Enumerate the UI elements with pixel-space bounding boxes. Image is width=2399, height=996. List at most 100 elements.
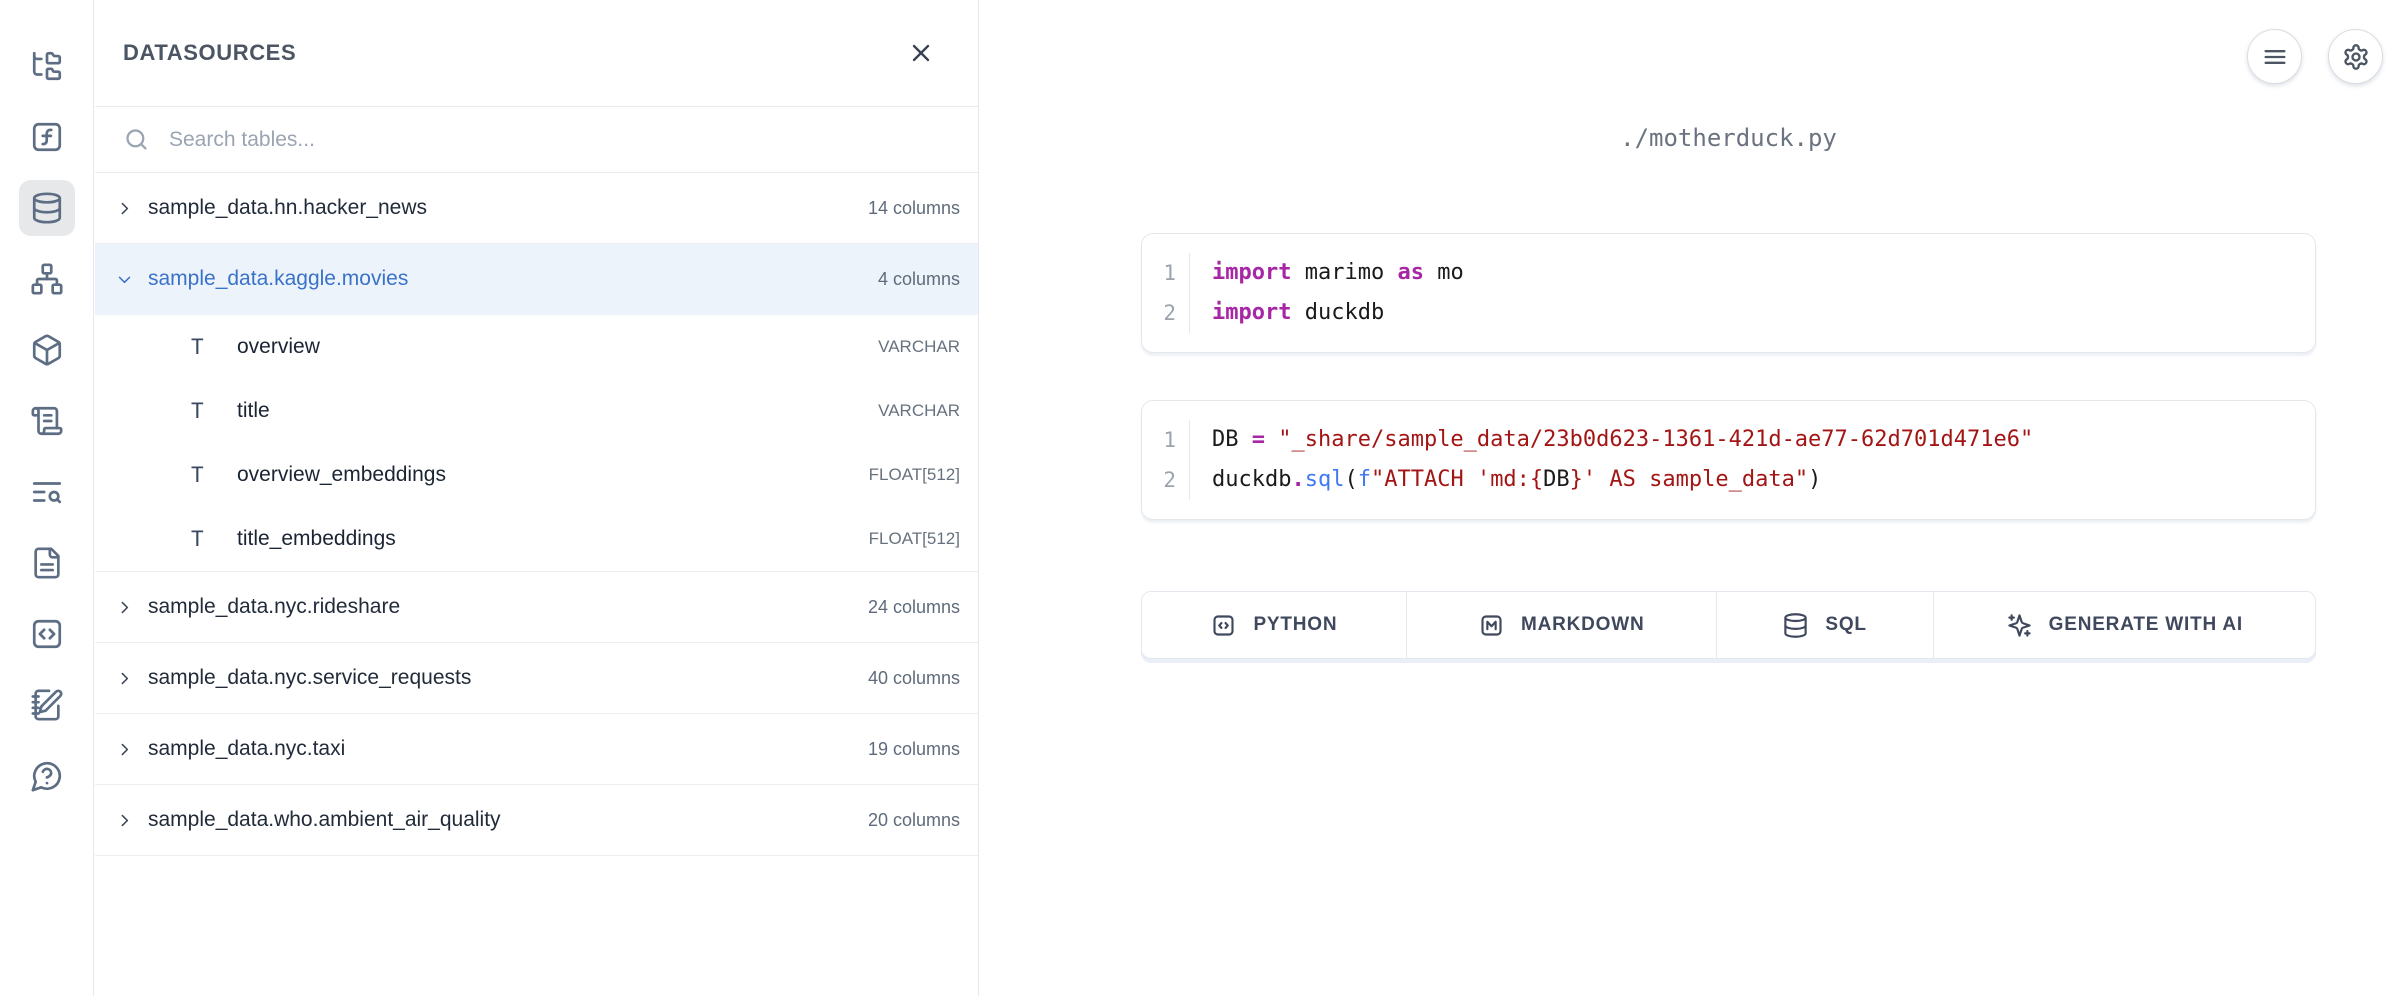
settings-button[interactable]	[2328, 29, 2383, 84]
function-square-icon	[30, 120, 64, 154]
code-cell[interactable]: 1 2DB = "_share/sample_data/23b0d623-136…	[1141, 400, 2316, 520]
table-column-count: 40 columns	[868, 668, 960, 689]
text-type-icon: T	[191, 527, 215, 551]
sidebar-button-help-icon[interactable]	[19, 748, 75, 804]
column-row[interactable]: Ttitle VARCHAR	[95, 379, 978, 443]
add-cell-bar: PYTHON MARKDOWN SQL GENERATE WITH AI	[1141, 591, 2316, 659]
table-row[interactable]: sample_data.hn.hacker_news 14 columns	[95, 173, 978, 244]
sidebar-button-datasources-database-icon[interactable]	[19, 180, 75, 236]
chevron-right-icon	[116, 599, 133, 616]
table-column-count: 19 columns	[868, 739, 960, 760]
code-snippet-icon	[30, 617, 64, 651]
close-icon	[907, 39, 935, 67]
code-cell[interactable]: 1 2import marimo as mo import duckdb	[1141, 233, 2316, 353]
sidebar-button-scratchpad-icon[interactable]	[19, 677, 75, 733]
table-column-count: 14 columns	[868, 198, 960, 219]
gear-icon	[2342, 43, 2370, 71]
table-search-bar	[95, 107, 978, 173]
chevron-right-icon	[116, 812, 133, 829]
column-type: FLOAT[512]	[869, 465, 960, 485]
panel-title: DATASOURCES	[123, 40, 296, 66]
scroll-logs-icon	[30, 404, 64, 438]
column-row[interactable]: Toverview_embeddingsFLOAT[512]	[95, 443, 978, 507]
markdown-icon	[1478, 612, 1505, 639]
close-panel-button[interactable]	[904, 36, 938, 70]
chevron-right-icon	[116, 741, 133, 758]
sidebar-button-file-tree-icon[interactable]	[19, 38, 75, 94]
column-row[interactable]: Toverview VARCHAR	[95, 315, 978, 379]
text-search-icon	[30, 475, 64, 509]
table-name: sample_data.nyc.rideshare	[148, 595, 400, 619]
sidebar-button-scroll-logs-icon[interactable]	[19, 393, 75, 449]
chevron-right-icon	[116, 670, 133, 687]
datasources-panel-header: DATASOURCES	[95, 0, 978, 107]
notebook-area: ./motherduck.py 1 2import marimo as mo i…	[980, 0, 2399, 996]
line-numbers: 1 2	[1142, 420, 1190, 500]
chevron-down-icon	[116, 271, 133, 288]
table-list: sample_data.hn.hacker_news14 columnssamp…	[95, 173, 978, 856]
add-cell-button-sql[interactable]: SQL	[1717, 592, 1934, 658]
column-row[interactable]: Ttitle_embeddings FLOAT[512]	[95, 507, 978, 571]
activity-sidebar	[0, 0, 94, 996]
column-name: title_embeddings	[237, 527, 396, 551]
search-icon	[123, 126, 150, 153]
add-cell-button-python[interactable]: PYTHON	[1142, 592, 1407, 658]
text-type-icon: T	[191, 335, 215, 359]
datasources-database-icon	[30, 191, 64, 225]
sidebar-button-dependency-graph-icon[interactable]	[19, 251, 75, 307]
code-editor[interactable]: import marimo as mo import duckdb	[1190, 253, 1464, 333]
table-name: sample_data.kaggle.movies	[148, 267, 408, 291]
column-type: FLOAT[512]	[869, 529, 960, 549]
notebook-content: ./motherduck.py 1 2import marimo as mo i…	[1141, 0, 2316, 996]
add-cell-button-label: MARKDOWN	[1521, 614, 1645, 636]
table-row[interactable]: sample_data.nyc.taxi 19 columns	[95, 714, 978, 785]
chevron-right-icon	[116, 200, 133, 217]
add-cell-button-generate-with-ai[interactable]: GENERATE WITH AI	[1934, 592, 2315, 658]
table-row[interactable]: sample_data.nyc.service_requests 40 colum…	[95, 643, 978, 714]
code-square-icon	[1210, 612, 1237, 639]
table-row[interactable]: sample_data.who.ambient_air_quality 20 co…	[95, 785, 978, 856]
sparkles-icon	[2006, 612, 2033, 639]
help-icon	[30, 759, 64, 793]
document-icon	[30, 546, 64, 580]
table-name: sample_data.who.ambient_air_quality	[148, 808, 501, 832]
sidebar-button-package-icon[interactable]	[19, 322, 75, 378]
add-cell-button-label: PYTHON	[1253, 614, 1337, 636]
table-name: sample_data.nyc.taxi	[148, 737, 345, 761]
text-type-icon: T	[191, 399, 215, 423]
sidebar-button-function-square-icon[interactable]	[19, 109, 75, 165]
table-row[interactable]: sample_data.kaggle.movies 4 columns	[95, 244, 978, 315]
table-row[interactable]: sample_data.nyc.rideshare24 columns	[95, 572, 978, 643]
search-tables-input[interactable]	[169, 128, 950, 152]
line-numbers: 1 2	[1142, 253, 1190, 333]
notebook-filename: ./motherduck.py	[1141, 124, 2316, 152]
sidebar-button-code-snippet-icon[interactable]	[19, 606, 75, 662]
table-name: sample_data.nyc.service_requests	[148, 666, 471, 690]
file-tree-icon	[30, 49, 64, 83]
column-name: overview_embeddings	[237, 463, 446, 487]
column-name: overview	[237, 335, 320, 359]
table-column-count: 4 columns	[878, 269, 960, 290]
chevron-down-icon	[116, 271, 133, 288]
column-type: VARCHAR	[878, 337, 960, 357]
table-column-count: 20 columns	[868, 810, 960, 831]
chevron-right-icon	[116, 741, 133, 758]
chevron-right-icon	[116, 200, 133, 217]
chevron-right-icon	[116, 670, 133, 687]
datasources-panel: DATASOURCES sample_data.hn.hacker_news 14…	[95, 0, 979, 996]
table-columns-group: Toverview VARCHAR Ttitle VARCHAR Toverview_e…	[95, 315, 978, 572]
chevron-right-icon	[116, 812, 133, 829]
column-type: VARCHAR	[878, 401, 960, 421]
add-cell-button-label: GENERATE WITH AI	[2049, 614, 2243, 636]
database-icon	[1782, 612, 1809, 639]
code-editor[interactable]: DB = "_share/sample_data/23b0d623-1361-4…	[1190, 420, 2033, 500]
dependency-graph-icon	[30, 262, 64, 296]
package-icon	[30, 333, 64, 367]
scratchpad-icon	[30, 688, 64, 722]
add-cell-button-label: SQL	[1825, 614, 1866, 636]
sidebar-button-document-icon[interactable]	[19, 535, 75, 591]
column-name: title	[237, 399, 270, 423]
table-name: sample_data.hn.hacker_news	[148, 196, 427, 220]
add-cell-button-markdown[interactable]: MARKDOWN	[1407, 592, 1717, 658]
sidebar-button-text-search-icon[interactable]	[19, 464, 75, 520]
